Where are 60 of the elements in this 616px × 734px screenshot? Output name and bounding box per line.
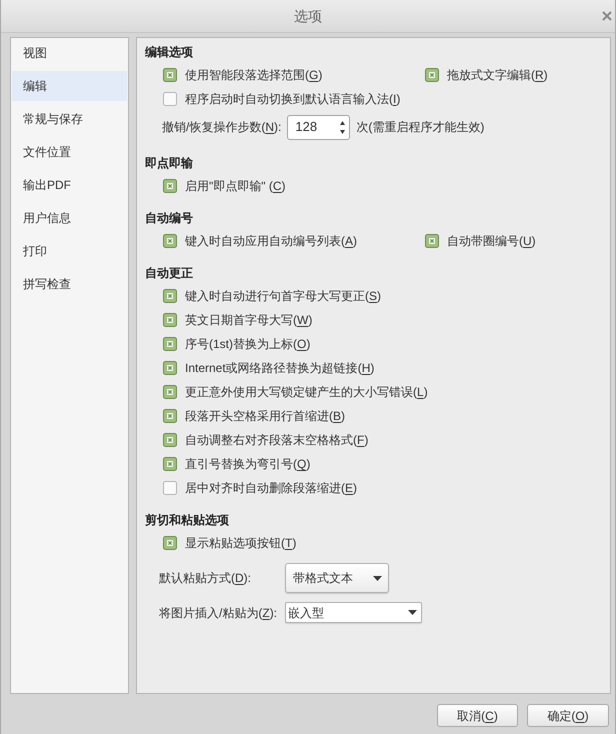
checkbox[interactable] xyxy=(163,313,177,327)
dropdown[interactable]: 嵌入型 xyxy=(285,602,422,623)
checkbox[interactable] xyxy=(163,457,177,471)
sidebar-item[interactable]: 用户信息 xyxy=(12,203,127,233)
field-label: 将图片插入/粘贴为(Z): xyxy=(159,604,278,622)
close-icon[interactable] xyxy=(602,11,612,21)
section-heading: 自动更正 xyxy=(145,265,193,282)
checkbox[interactable] xyxy=(425,234,439,248)
checkbox-label: 键入时自动进行句首字母大写更正(S) xyxy=(185,288,382,305)
caret-down-icon xyxy=(408,610,417,615)
checkbox[interactable] xyxy=(425,68,439,82)
checkbox[interactable] xyxy=(163,289,177,303)
checkbox[interactable] xyxy=(163,536,177,550)
checkbox[interactable] xyxy=(163,361,177,375)
checkbox[interactable] xyxy=(163,409,177,423)
section-heading: 即点即输 xyxy=(145,155,193,172)
dialog-button[interactable]: 取消(C) xyxy=(437,704,518,727)
section-heading: 剪切和粘贴选项 xyxy=(145,512,229,529)
checkbox[interactable] xyxy=(163,481,177,495)
caret-up-icon xyxy=(340,120,346,124)
checkbox-label: 自动带圈编号(U) xyxy=(447,233,536,250)
checkbox[interactable] xyxy=(163,92,177,106)
checkbox[interactable] xyxy=(163,234,177,248)
checkbox-label: 拖放式文字编辑(R) xyxy=(447,67,548,84)
checkbox[interactable] xyxy=(163,337,177,351)
sidebar-item[interactable]: 视图 xyxy=(12,38,127,68)
checkbox-label: 更正意外使用大写锁定键产生的大小写错误(L) xyxy=(185,384,428,401)
section-heading: 自动编号 xyxy=(145,210,193,227)
checkbox-label: 启用"即点即输" (C) xyxy=(185,178,286,195)
checkbox[interactable] xyxy=(163,433,177,447)
checkbox-label: 居中对齐时自动删除段落缩进(E) xyxy=(185,480,358,497)
caret-down-icon xyxy=(340,130,346,134)
checkbox-label: 序号(1st)替换为上标(O) xyxy=(185,336,310,353)
checkbox-label: 自动调整右对齐段落末空格格式(F) xyxy=(185,432,368,449)
caret-down-icon xyxy=(373,576,382,580)
checkbox-label: 程序启动时自动切换到默认语言输入法(I) xyxy=(185,91,400,108)
checkbox[interactable] xyxy=(163,385,177,399)
window-title: 选项 xyxy=(294,6,322,26)
dropdown[interactable]: 带格式文本 xyxy=(285,563,389,593)
checkbox-label: 英文日期首字母大写(W) xyxy=(185,312,312,329)
checkbox[interactable] xyxy=(163,68,177,82)
checkbox-label: Internet或网络路径替换为超链接(H) xyxy=(185,360,374,377)
checkbox-label: 段落开头空格采用行首缩进(B) xyxy=(185,408,346,425)
checkbox-label: 键入时自动应用自动编号列表(A) xyxy=(185,233,358,250)
sidebar-item[interactable]: 常规与保存 xyxy=(12,104,127,134)
section-heading: 编辑选项 xyxy=(145,44,193,61)
sidebar-item[interactable]: 拼写检查 xyxy=(12,269,127,299)
sidebar-item[interactable]: 打印 xyxy=(12,236,127,266)
sidebar-item[interactable]: 输出PDF xyxy=(12,170,127,200)
field-note: 次(需重启程序才能生效) xyxy=(356,119,484,136)
steps-field[interactable]: 128 xyxy=(287,114,350,140)
checkbox[interactable] xyxy=(163,179,177,193)
field-label: 撤销/恢复操作步数(N): xyxy=(162,119,282,136)
checkbox-label: 使用智能段落选择范围(G) xyxy=(185,67,322,84)
checkbox-label: 直引号替换为弯引号(Q) xyxy=(185,456,310,473)
dialog-button[interactable]: 确定(O) xyxy=(527,704,609,727)
checkbox-label: 显示粘贴选项按钮(T) xyxy=(185,535,296,552)
field-label: 默认粘贴方式(D): xyxy=(159,570,252,587)
sidebar-item[interactable]: 编辑 xyxy=(12,71,127,101)
sidebar-item[interactable]: 文件位置 xyxy=(12,137,127,167)
